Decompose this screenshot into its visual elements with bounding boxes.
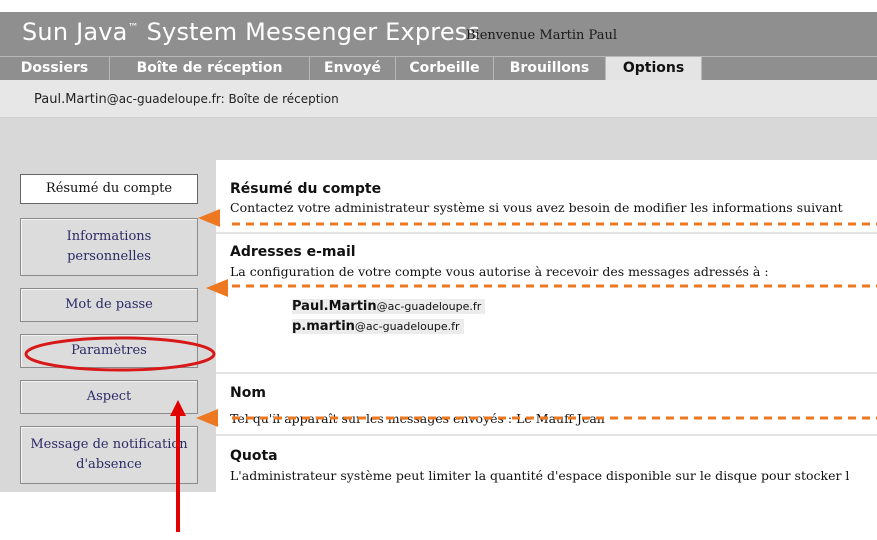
sidebar-item-label: Aspect: [86, 388, 132, 404]
breadcrumb-bar: Paul.Martin@ac-guadeloupe.fr: Boîte de r…: [0, 80, 877, 118]
section-text-quota: L'administrateur système peut limiter la…: [230, 468, 850, 483]
section-title-quota: Quota: [230, 448, 278, 464]
toolbar-spacer: [0, 118, 877, 160]
sidebar-item-resume-du-compte[interactable]: Résumé du compte: [20, 174, 198, 204]
sidebar-item-parametres[interactable]: Paramètres: [20, 334, 198, 368]
sidebar-item-message-de-notification-d-absence[interactable]: Message de notification d'absence: [20, 426, 198, 484]
welcome-text: Bienvenue Martin Paul: [466, 28, 617, 43]
sidebar-item-mot-de-passe[interactable]: Mot de passe: [20, 288, 198, 322]
section-divider: [216, 434, 877, 436]
section-title-adresses: Adresses e-mail: [230, 244, 356, 260]
section-text-adresses: La configuration de votre compte vous au…: [230, 264, 769, 279]
section-title-resume: Résumé du compte: [230, 181, 382, 197]
section-divider: [216, 232, 877, 234]
breadcrumb-user: Paul.Martin: [34, 92, 107, 107]
email-address: Paul.Martin@ac-guadeloupe.fr: [292, 299, 486, 314]
sidebar-item-label-line2: personnelles: [67, 249, 151, 264]
sidebar-item-aspect[interactable]: Aspect: [20, 380, 198, 414]
messenger-express-window: Sun Java™ System Messenger Express Bienv…: [0, 0, 877, 492]
email-address: p.martin@ac-guadeloupe.fr: [292, 319, 464, 334]
section-text-nom: Tel qu'il apparaît sur les messages envo…: [230, 411, 605, 426]
tab-boite-de-reception[interactable]: Boîte de réception: [110, 57, 310, 80]
sidebar-item-label-line1: Message de notification: [30, 436, 188, 452]
sidebar-item-label: Résumé du compte: [45, 180, 173, 196]
account-summary-panel: Résumé du compte Contactez votre adminis…: [216, 160, 877, 492]
sidebar-item-label-line1: Informations: [66, 228, 152, 244]
section-text-resume: Contactez votre administrateur système s…: [230, 200, 843, 215]
sidebar-item-label-line2: d'absence: [76, 457, 142, 472]
main-tabs: Dossiers Boîte de réception Envoyé Corbe…: [0, 56, 877, 80]
breadcrumb-domain: @ac-guadeloupe.fr: [106, 92, 221, 106]
section-title-nom: Nom: [230, 385, 266, 401]
app-title: Sun Java™ System Messenger Express: [22, 18, 481, 46]
tab-options[interactable]: Options: [606, 57, 702, 80]
section-divider: [216, 372, 877, 374]
sidebar-item-label: Mot de passe: [65, 296, 153, 312]
app-header: Sun Java™ System Messenger Express Bienv…: [0, 12, 877, 56]
breadcrumb: Paul.Martin@ac-guadeloupe.fr: Boîte de r…: [34, 92, 339, 107]
tab-corbeille[interactable]: Corbeille: [396, 57, 494, 80]
sidebar-item-label: Paramètres: [71, 342, 147, 358]
tab-dossiers[interactable]: Dossiers: [0, 57, 110, 80]
breadcrumb-location: : Boîte de réception: [220, 92, 339, 106]
sidebar-item-informations-personnelles[interactable]: Informations personnelles: [20, 218, 198, 276]
tab-envoye[interactable]: Envoyé: [310, 57, 396, 80]
tab-brouillons[interactable]: Brouillons: [494, 57, 606, 80]
